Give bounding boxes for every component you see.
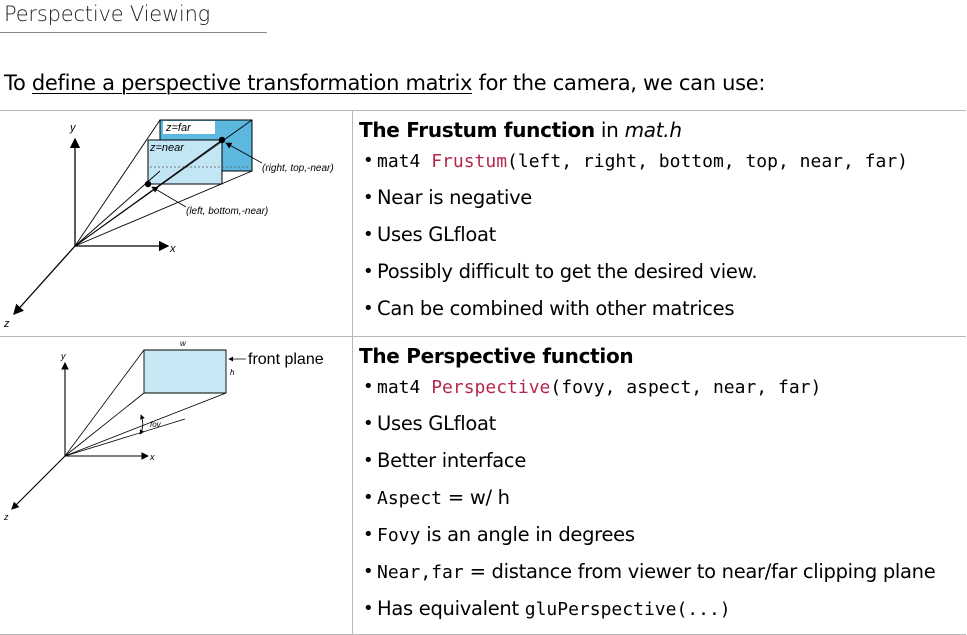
perspective-bullet-6: Has equivalent gluPerspective(...) xyxy=(363,597,966,621)
frustum-bullet-3: Possibly difficult to get the desired vi… xyxy=(363,260,966,284)
front-plane xyxy=(143,349,227,394)
axis-y-label: y xyxy=(69,122,77,134)
frustum-bullets: mat4 Frustum(left, right, bottom, top, n… xyxy=(353,149,966,321)
frustum-diagram-cell: y x z z=far z=near (right, top,-near) (l… xyxy=(0,110,353,337)
z-axis xyxy=(13,245,76,315)
perspective-heading: The Perspective function xyxy=(359,344,966,368)
frustum-row: y x z z=far z=near (right, top,-near) (l… xyxy=(0,110,966,337)
axis-x-label: x xyxy=(169,243,176,255)
perspective-diagram-cell: y x z w h front plane fov xyxy=(0,336,353,635)
frustum-sig-name: Frustum xyxy=(431,151,508,172)
frustum-text-cell: The Frustum function in mat.h mat4 Frust… xyxy=(352,110,966,337)
frustum-heading-mid: in xyxy=(594,118,625,142)
persp-center-line xyxy=(64,418,186,457)
lbn-label: (left, bottom,-near) xyxy=(186,206,268,217)
fov-label: fov xyxy=(150,420,162,429)
nearfar-code: Near,far xyxy=(377,562,464,583)
axis-z-label: z xyxy=(3,318,10,330)
intro-link[interactable]: define a perspective transformation matr… xyxy=(32,71,473,95)
frustum-bullet-4: Can be combined with other matrices xyxy=(363,297,966,321)
z-axis-2 xyxy=(11,455,66,510)
nearfar-text: = distance from viewer to near/far clipp… xyxy=(463,560,936,583)
frustum-heading-bold: The Frustum function xyxy=(359,118,595,142)
axis-z-label-2: z xyxy=(3,512,9,522)
title-underline xyxy=(0,32,267,33)
lbn-callout xyxy=(151,186,187,208)
aspect-code: Aspect xyxy=(377,488,443,509)
frustum-sig-type: mat4 xyxy=(377,151,432,172)
perspective-signature: mat4 Perspective(fovy, aspect, near, far… xyxy=(363,375,966,399)
persp-sig-type: mat4 xyxy=(377,377,432,398)
perspective-bullet-1: Uses GLfloat xyxy=(363,412,966,436)
fovy-code: Fovy xyxy=(377,525,421,546)
intro-before: To xyxy=(4,71,32,95)
frustum-diagram: y x z z=far z=near (right, top,-near) (l… xyxy=(3,119,334,330)
h-label: h xyxy=(230,368,235,377)
persp-sig-args: (fovy, aspect, near, far) xyxy=(550,377,822,398)
rtn-point xyxy=(218,136,226,144)
persp-edge-2 xyxy=(64,392,227,457)
near-label: z=near xyxy=(149,142,185,154)
persp-sig-name: Perspective xyxy=(431,377,551,398)
perspective-bullet-5: Near,far = distance from viewer to near/… xyxy=(363,560,966,584)
gluperspective-code: gluPerspective(...) xyxy=(524,599,731,620)
frustum-heading-italic: mat.h xyxy=(624,118,682,142)
rtn-label: (right, top,-near) xyxy=(262,163,334,174)
gluperspective-text: Has equivalent xyxy=(377,597,525,620)
intro-after: for the camera, we can use: xyxy=(472,71,766,95)
perspective-row: y x z w h front plane fov The Perspectiv… xyxy=(0,336,966,635)
fov-arc-2 xyxy=(139,414,145,435)
frustum-heading: The Frustum function in mat.h xyxy=(359,118,966,142)
aspect-text: = w/ h xyxy=(442,486,510,509)
fovy-text: is an angle in degrees xyxy=(420,523,635,546)
frustum-bullet-2: Uses GLfloat xyxy=(363,223,966,247)
page-title: Perspective Viewing xyxy=(4,2,211,26)
lbn-point xyxy=(144,180,152,188)
far-label: z=far xyxy=(165,122,192,134)
perspective-bullet-3: Aspect = w/ h xyxy=(363,486,966,510)
intro-text: To define a perspective transformation m… xyxy=(4,71,765,95)
perspective-bullets: mat4 Perspective(fovy, aspect, near, far… xyxy=(353,375,966,621)
frustum-sig-args: (left, right, bottom, top, near, far) xyxy=(507,151,909,172)
persp-edge-1 xyxy=(64,349,145,457)
frustum-bullet-1: Near is negative xyxy=(363,186,966,210)
perspective-bullet-2: Better interface xyxy=(363,449,966,473)
perspective-text-cell: The Perspective function mat4 Perspectiv… xyxy=(352,336,966,635)
axis-y-label-2: y xyxy=(60,351,66,361)
perspective-heading-bold: The Perspective function xyxy=(359,344,634,368)
axis-x-label-2: x xyxy=(149,452,155,462)
front-plane-label: front plane xyxy=(248,351,324,368)
w-label: w xyxy=(180,339,187,348)
perspective-diagram: y x z w h front plane fov xyxy=(3,339,324,522)
frustum-signature: mat4 Frustum(left, right, bottom, top, n… xyxy=(363,149,966,173)
perspective-bullet-4: Fovy is an angle in degrees xyxy=(363,523,966,547)
function-table: y x z z=far z=near (right, top,-near) (l… xyxy=(0,110,966,635)
